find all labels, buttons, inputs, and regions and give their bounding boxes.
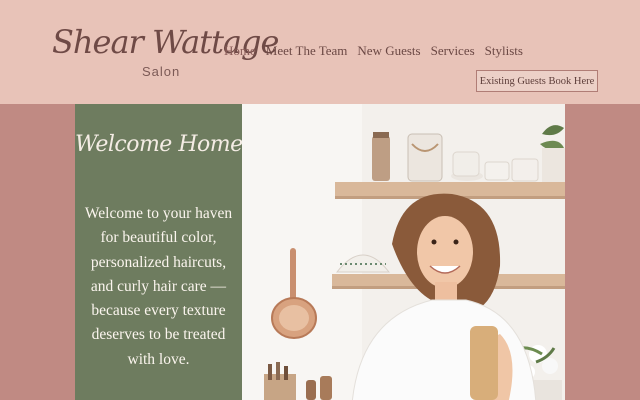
hero-illustration — [242, 104, 565, 400]
nav-services[interactable]: Services — [431, 43, 475, 59]
brand-sub: Salon — [142, 64, 181, 79]
main-nav: Home Meet The Team New Guests Services S… — [224, 43, 523, 59]
nav-stylists[interactable]: Stylists — [485, 43, 523, 59]
nav-meet-the-team[interactable]: Meet The Team — [266, 43, 348, 59]
brand-logo[interactable]: Shear Wattage Salon — [52, 22, 279, 84]
site-header: Shear Wattage Salon Home Meet The Team N… — [0, 0, 640, 104]
welcome-title: Welcome Home — [75, 132, 243, 157]
nav-home[interactable]: Home — [224, 43, 256, 59]
existing-guests-book-button[interactable]: Existing Guests Book Here — [476, 70, 598, 92]
welcome-panel: Welcome Home Welcome to your haven for b… — [75, 104, 243, 400]
nav-new-guests[interactable]: New Guests — [357, 43, 420, 59]
hero-photo — [242, 104, 565, 400]
welcome-text: Welcome to your haven for beautiful colo… — [84, 205, 233, 368]
